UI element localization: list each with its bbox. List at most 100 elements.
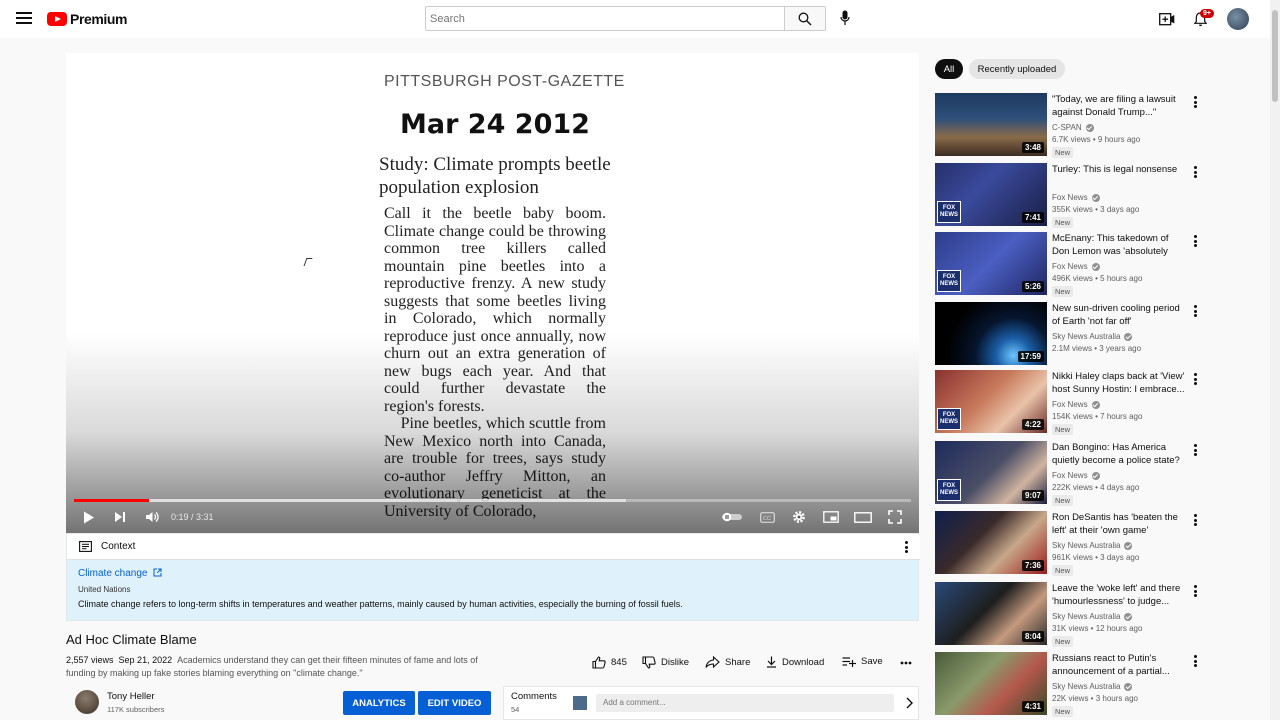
play-button[interactable] [77,508,101,526]
fox-news-logo: FOX NEWS [937,408,961,430]
video-thumbnail[interactable]: FOX NEWS 7:41 [935,163,1047,226]
recommended-title[interactable]: McEnany: This takedown of Don Lemon was … [1052,232,1188,258]
video-thumbnail[interactable]: 7:36 [935,511,1047,574]
next-button[interactable] [108,508,132,526]
miniplayer-button[interactable] [819,508,843,526]
edit-video-button[interactable]: EDIT VIDEO [418,691,491,715]
recommended-title[interactable]: Ron DeSantis has 'beaten the left' at th… [1052,511,1188,537]
video-player[interactable]: PITTSBURGH POST-GAZETTE Mar 24 2012 Stud… [66,53,919,533]
settings-button[interactable] [787,508,811,526]
more-options-icon[interactable] [1191,513,1199,527]
video-thumbnail[interactable]: 3:48 [935,93,1047,156]
recommended-channel[interactable]: Fox News [1052,193,1100,202]
recommended-title[interactable]: "Today, we are filing a lawsuit against … [1052,93,1188,119]
recommended-channel[interactable]: C-SPAN [1052,123,1094,132]
progress-played [74,499,150,502]
context-more-icon[interactable] [902,540,910,554]
miniplayer-icon [823,511,839,523]
more-options-icon[interactable] [1191,443,1199,457]
video-thumbnail[interactable]: 8:04 [935,582,1047,645]
analytics-button[interactable]: ANALYTICS [343,691,415,715]
top-bar: Premium 9+ [0,0,1270,38]
recommended-channel[interactable]: Sky News Australia [1052,541,1133,550]
save-button[interactable]: Save [842,656,883,667]
recommended-channel[interactable]: Sky News Australia [1052,332,1133,341]
recommended-video[interactable]: 3:48 "Today, we are filing a lawsuit agai… [935,93,1265,158]
fullscreen-button[interactable] [883,508,907,526]
recommended-channel[interactable]: Fox News [1052,471,1100,480]
more-options-icon[interactable] [1191,165,1199,179]
recommended-video[interactable]: 17:59 New sun-driven cooling period of Ea… [935,302,1265,366]
more-options-icon[interactable] [1191,95,1199,109]
verified-icon [1091,193,1100,202]
recommended-title[interactable]: Dan Bongino: Has America quietly become … [1052,441,1188,467]
channel-label: Sky News Australia [1052,541,1121,550]
search-button[interactable] [784,6,826,31]
recommended-video[interactable]: 8:04 Leave the 'woke left' and there 'hum… [935,582,1265,647]
more-options-icon[interactable] [1191,234,1199,248]
recommended-channel[interactable]: Fox News [1052,262,1100,271]
voice-search-button[interactable] [836,8,854,28]
recommended-channel[interactable]: Fox News [1052,400,1100,409]
new-badge: New [1052,495,1074,506]
more-options-icon[interactable] [1191,304,1199,318]
recommended-video[interactable]: FOX NEWS 7:41 Turley: This is legal nonsens… [935,163,1265,228]
more-options-icon[interactable] [1191,584,1199,598]
recommended-stats: 6.7K views • 9 hours ago [1052,135,1141,144]
recommended-video[interactable]: 7:36 Ron DeSantis has 'beaten the left' a… [935,511,1265,576]
video-duration: 3:48 [1021,142,1044,153]
search-input[interactable] [425,6,785,31]
notification-count-badge: 9+ [1200,9,1214,18]
recommended-channel[interactable]: Sky News Australia [1052,682,1133,691]
new-badge: New [1052,424,1074,435]
subtitles-button[interactable]: CC [755,508,779,526]
video-thumbnail[interactable]: 4:31 [935,652,1047,715]
video-thumbnail[interactable]: FOX NEWS 5:26 [935,232,1047,295]
menu-icon[interactable] [16,12,32,24]
recommended-video[interactable]: FOX NEWS 4:22 Nikki Haley claps back at 'Vi… [935,370,1265,435]
video-thumbnail[interactable]: FOX NEWS 9:07 [935,441,1047,504]
recommended-video[interactable]: FOX NEWS 5:26 McEnany: This takedown of Don… [935,232,1265,297]
comment-input[interactable]: Add a comment... [596,694,894,712]
account-avatar[interactable] [1227,8,1249,30]
youtube-logo[interactable]: Premium [47,11,128,27]
channel-avatar[interactable] [75,690,99,714]
autoplay-icon [722,512,742,522]
save-label: Save [861,656,883,667]
more-actions-button[interactable] [900,661,917,665]
recommended-video[interactable]: FOX NEWS 9:07 Dan Bongino: Has America quie… [935,441,1265,506]
chip-recently-uploaded[interactable]: Recently uploaded [969,59,1065,79]
chevron-right-icon[interactable] [904,697,914,709]
context-topic-link[interactable]: Climate change [78,568,162,579]
video-thumbnail[interactable]: 17:59 [935,302,1047,365]
video-thumbnail[interactable]: FOX NEWS 4:22 [935,370,1047,433]
recommended-title[interactable]: New sun-driven cooling period of Earth '… [1052,302,1188,328]
recommended-title[interactable]: Leave the 'woke left' and there 'humourl… [1052,582,1188,608]
more-options-icon[interactable] [1191,372,1199,386]
recommended-channel[interactable]: Sky News Australia [1052,612,1133,621]
create-button[interactable] [1157,9,1177,29]
chip-all[interactable]: All [935,59,963,79]
recommended-title[interactable]: Nikki Haley claps back at 'View' host Su… [1052,370,1188,396]
scrollbar-thumb[interactable] [1272,10,1278,102]
autoplay-toggle[interactable] [720,508,744,526]
recommended-video[interactable]: 4:31 Russians react to Putin's announceme… [935,652,1265,717]
more-options-icon[interactable] [1191,654,1199,668]
fox-news-logo: FOX NEWS [937,270,961,292]
video-duration: 4:22 [1021,419,1044,430]
recommended-title[interactable]: Turley: This is legal nonsense [1052,163,1188,176]
channel-name[interactable]: Tony Heller [107,691,155,702]
video-description[interactable]: 2,557 views Sep 21, 2022 Academics under… [66,654,486,680]
dislike-button[interactable]: Dislike [642,656,689,669]
video-duration: 7:41 [1021,212,1044,223]
volume-button[interactable] [140,508,164,526]
share-button[interactable]: Share [705,656,750,668]
theater-mode-button[interactable] [851,508,875,526]
recommended-title[interactable]: Russians react to Putin's announcement o… [1052,652,1188,678]
comments-section: Comments 54 Add a comment... [503,686,919,720]
download-button[interactable]: Download [766,656,824,668]
comments-label: Comments [511,691,557,702]
like-button[interactable]: 845 [592,656,627,669]
page-scrollbar[interactable] [1270,0,1280,720]
subscriber-count: 117K subscribers [107,705,165,714]
